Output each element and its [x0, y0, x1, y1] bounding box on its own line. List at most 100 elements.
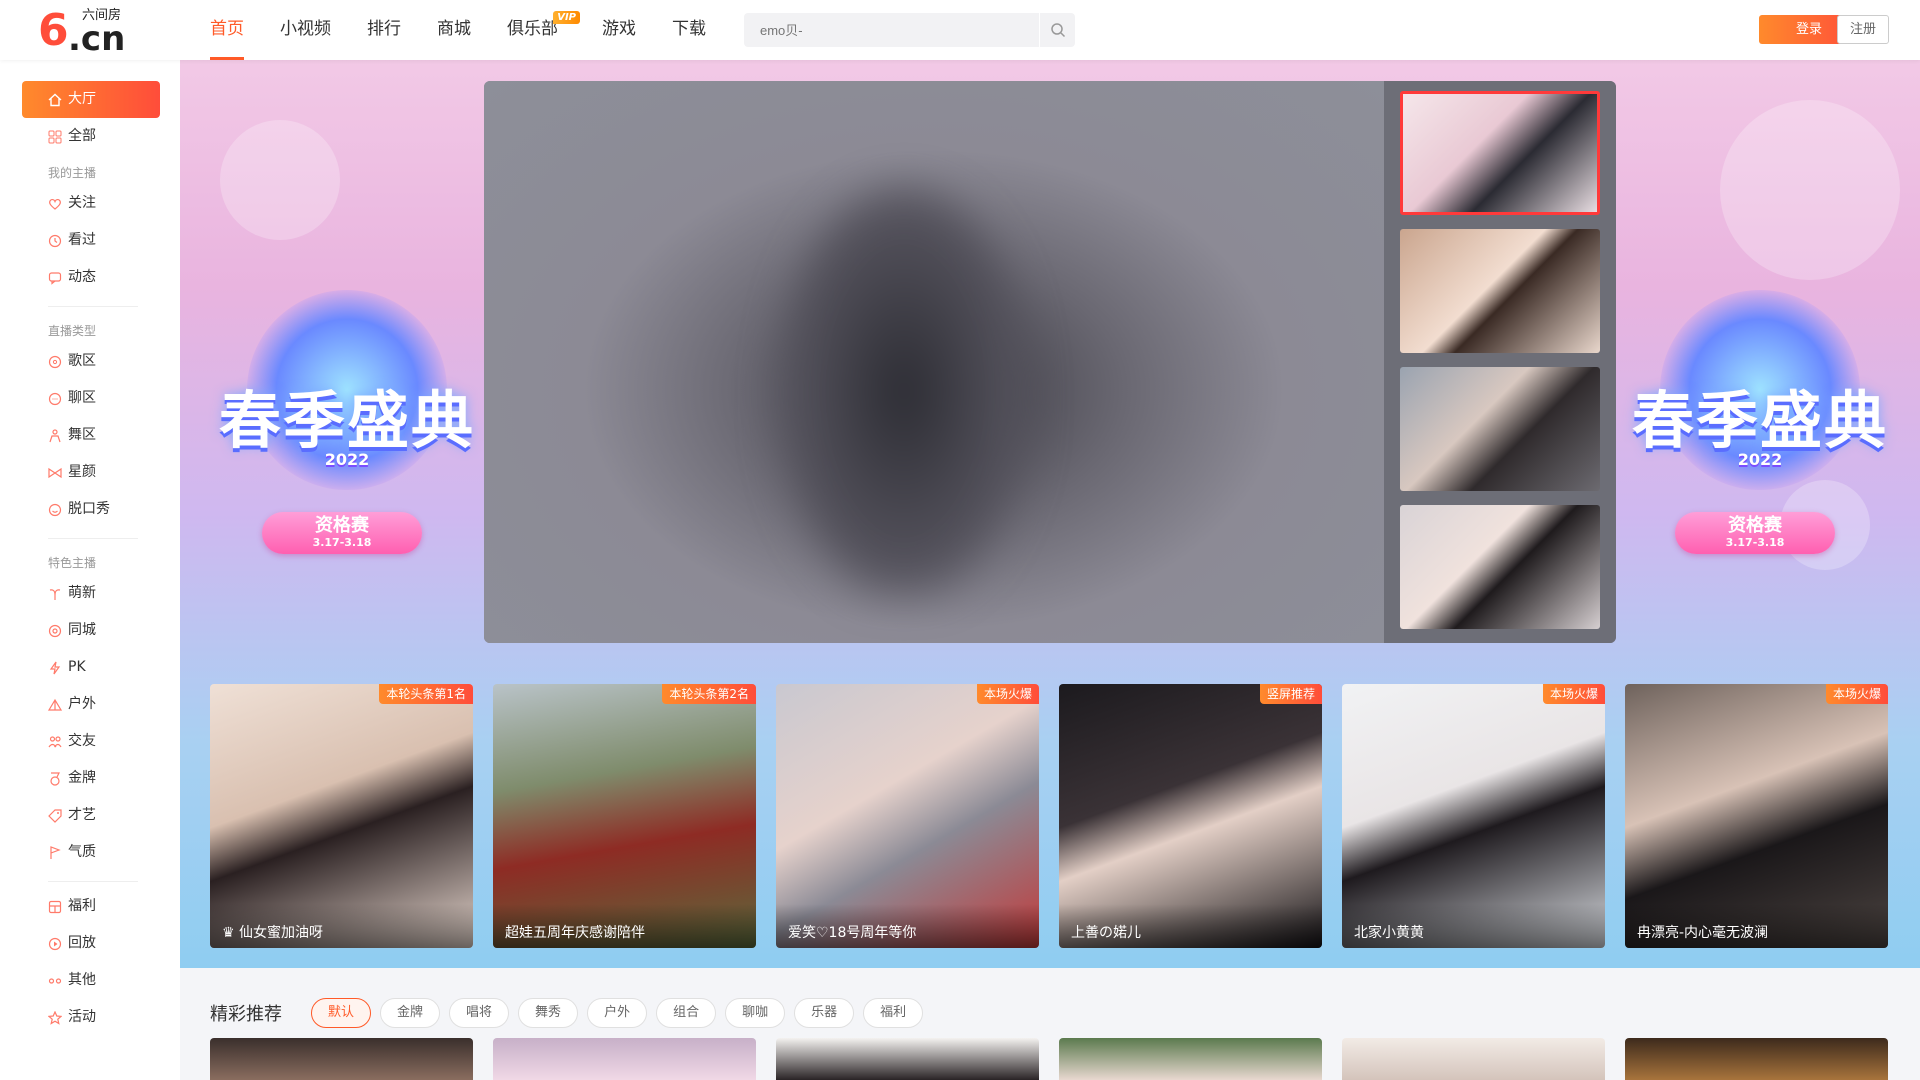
site-logo[interactable]: 6 .cn 六间房 — [38, 8, 138, 57]
message-icon — [48, 272, 62, 285]
smile-icon — [48, 503, 62, 517]
stream-thumb-image — [1400, 367, 1600, 491]
sidebar-item-star[interactable]: 星颜 — [22, 454, 160, 491]
replay-icon — [48, 937, 62, 951]
sidebar-item-temperament[interactable]: 气质 — [22, 834, 160, 871]
sidebar-item-gold[interactable]: 金牌 — [22, 760, 160, 797]
sidebar-item-pk[interactable]: PK — [22, 649, 160, 686]
sidebar-item-samecity[interactable]: 同城 — [22, 612, 160, 649]
sidebar-item-viewed[interactable]: 看过 — [22, 222, 160, 259]
sidebar-item-replay[interactable]: 回放 — [22, 925, 160, 962]
nav-mall[interactable]: 商城 — [437, 0, 471, 60]
register-button[interactable]: 注册 — [1837, 15, 1889, 44]
more-icon — [48, 978, 62, 984]
promo-title: 春季盛典 — [1631, 384, 1888, 457]
medal-icon — [50, 772, 60, 786]
nav-games[interactable]: 游戏 — [602, 0, 636, 60]
filter-singer[interactable]: 唱将 — [449, 998, 510, 1028]
hot-card-3[interactable]: 本场火爆 爱笑♡18号周年等你 — [776, 684, 1039, 948]
sidebar-item-activity[interactable]: 活动 — [22, 999, 160, 1036]
filter-default[interactable]: 默认 — [311, 998, 372, 1028]
sidebar-item-label: 才艺 — [68, 807, 96, 823]
sidebar-item-label: 户外 — [68, 696, 96, 712]
nav-download[interactable]: 下载 — [672, 0, 706, 60]
sidebar-item-song[interactable]: 歌区 — [22, 343, 160, 380]
card-name: ♛ 仙女蜜加油呀 — [210, 904, 473, 948]
search-button[interactable] — [1039, 13, 1075, 47]
sidebar-item-follow[interactable]: 关注 — [22, 185, 160, 222]
sidebar-divider — [48, 538, 138, 539]
sidebar-item-label: 全部 — [68, 128, 96, 144]
promo-stage: 资格赛 — [1728, 515, 1782, 536]
hot-card-2[interactable]: 本轮头条第2名 超娃五周年庆感谢陪伴 — [493, 684, 756, 948]
sidebar-item-label: 星颜 — [68, 464, 96, 480]
sidebar-item-welfare[interactable]: 福利 — [22, 888, 160, 925]
filter-outdoor[interactable]: 户外 — [587, 998, 648, 1028]
sidebar-item-chat[interactable]: 聊区 — [22, 380, 160, 417]
search-input[interactable] — [744, 13, 1039, 47]
hero-banner: 春季盛典 2022 资格赛 3.17-3.18 春季盛典 2022 资格赛 3.… — [180, 60, 1920, 968]
live-video[interactable] — [484, 81, 1384, 643]
sidebar-item-all[interactable]: 全部 — [22, 118, 160, 155]
hot-card-1[interactable]: 本轮头条第1名 ♛ 仙女蜜加油呀 — [210, 684, 473, 948]
filter-group[interactable]: 组合 — [656, 998, 717, 1028]
sidebar-item-talkshow[interactable]: 脱口秀 — [22, 491, 160, 528]
recommend-card[interactable] — [210, 1038, 473, 1080]
sidebar-group-special: 特色主播 — [48, 556, 97, 570]
vip-badge: VIP — [553, 11, 580, 24]
sidebar-item-dynamic[interactable]: 动态 — [22, 259, 160, 296]
recommend-card[interactable] — [1625, 1038, 1888, 1080]
recommend-card[interactable] — [1342, 1038, 1605, 1080]
hot-card-6[interactable]: 本场火爆 冉漂亮-内心毫无波澜 — [1625, 684, 1888, 948]
sidebar-item-label: 福利 — [68, 898, 96, 914]
filter-instrument[interactable]: 乐器 — [794, 998, 855, 1028]
filter-gold[interactable]: 金牌 — [380, 998, 441, 1028]
card-name: 冉漂亮-内心毫无波澜 — [1625, 904, 1888, 948]
sidebar-item-label: 气质 — [68, 844, 96, 860]
stream-thumb-3[interactable] — [1400, 367, 1600, 491]
card-tag: 本轮头条第1名 — [379, 684, 473, 704]
promo-stage-pill: 资格赛 3.17-3.18 — [262, 512, 422, 554]
recommend-card[interactable] — [493, 1038, 756, 1080]
location-icon — [48, 624, 62, 638]
card-name: 超娃五周年庆感谢陪伴 — [493, 904, 756, 948]
tent-icon — [48, 698, 62, 711]
sidebar-item-label: 萌新 — [68, 585, 96, 601]
sidebar-item-label: PK — [68, 659, 86, 675]
sidebar-item-friends[interactable]: 交友 — [22, 723, 160, 760]
filter-dance[interactable]: 舞秀 — [518, 998, 579, 1028]
hot-cards: 本轮头条第1名 ♛ 仙女蜜加油呀 本轮头条第2名 超娃五周年庆感谢陪伴 本场火爆… — [210, 684, 1890, 948]
filter-chat[interactable]: 聊咖 — [725, 998, 786, 1028]
promo-stage-pill: 资格赛 3.17-3.18 — [1675, 512, 1835, 554]
promo-right[interactable]: 春季盛典 2022 资格赛 3.17-3.18 — [1615, 290, 1905, 590]
live-player[interactable] — [484, 81, 1616, 643]
card-name: 上善の婼儿 — [1059, 904, 1322, 948]
recommend-card[interactable] — [1059, 1038, 1322, 1080]
stream-thumb-1[interactable] — [1400, 91, 1600, 215]
nav-ranking[interactable]: 排行 — [367, 0, 401, 60]
search-box — [744, 13, 1075, 47]
stream-thumb-2[interactable] — [1400, 229, 1600, 353]
recommend-card[interactable] — [776, 1038, 1039, 1080]
grid-icon — [48, 130, 62, 144]
hot-card-5[interactable]: 本场火爆 北家小黄黄 — [1342, 684, 1605, 948]
filter-welfare[interactable]: 福利 — [863, 998, 924, 1028]
sidebar-item-hall[interactable]: 大厅 — [22, 81, 160, 118]
nav-home[interactable]: 首页 — [210, 0, 244, 60]
clock-icon — [48, 234, 62, 248]
sidebar-item-talent[interactable]: 才艺 — [22, 797, 160, 834]
card-tag: 本场火爆 — [976, 684, 1039, 704]
nav-short-video[interactable]: 小视频 — [280, 0, 331, 60]
sidebar-item-outdoor[interactable]: 户外 — [22, 686, 160, 723]
sidebar-group-my: 我的主播 — [48, 166, 97, 180]
card-tag: 本场火爆 — [1542, 684, 1605, 704]
promo-dates: 3.17-3.18 — [1725, 536, 1785, 549]
promo-left[interactable]: 春季盛典 2022 资格赛 3.17-3.18 — [202, 290, 492, 590]
hot-card-4[interactable]: 竖屏推荐 上善の婼儿 — [1059, 684, 1322, 948]
sidebar-item-dance[interactable]: 舞区 — [22, 417, 160, 454]
sidebar-item-newbie[interactable]: 萌新 — [22, 575, 160, 612]
sidebar-item-label: 金牌 — [68, 770, 96, 786]
nav-club[interactable]: 俱乐部 VIP — [507, 0, 580, 60]
sidebar-item-other[interactable]: 其他 — [22, 962, 160, 999]
stream-thumb-4[interactable] — [1400, 505, 1600, 629]
